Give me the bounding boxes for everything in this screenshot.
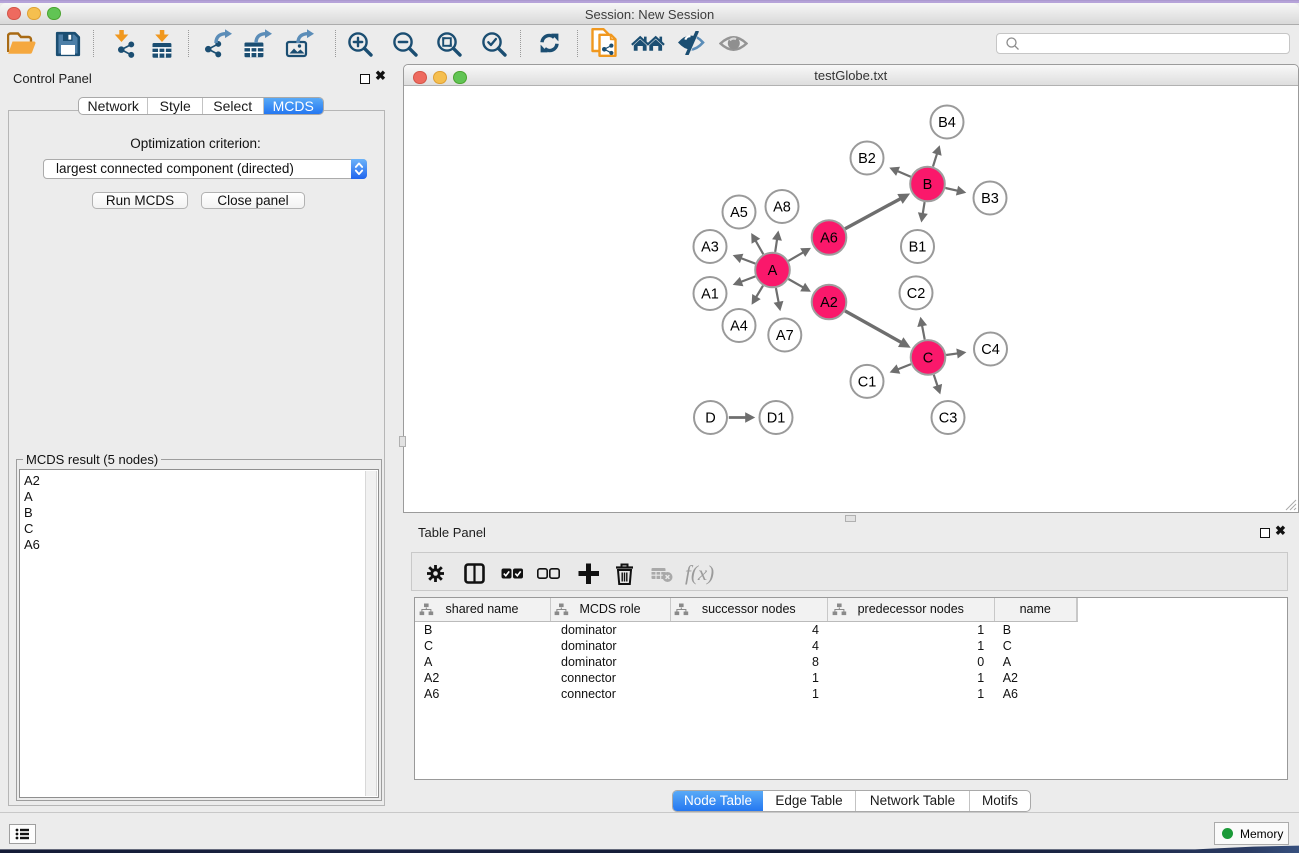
svg-text:C4: C4 xyxy=(981,342,1000,358)
svg-text:C1: C1 xyxy=(858,374,877,390)
svg-text:A: A xyxy=(768,263,778,279)
svg-text:B4: B4 xyxy=(938,115,956,131)
svg-text:A6: A6 xyxy=(820,231,838,247)
svg-text:B1: B1 xyxy=(909,240,927,256)
svg-text:C2: C2 xyxy=(907,286,926,302)
svg-text:D: D xyxy=(705,411,715,427)
svg-text:A4: A4 xyxy=(730,319,748,335)
svg-text:B: B xyxy=(923,177,933,193)
svg-text:B2: B2 xyxy=(858,151,876,167)
svg-text:A2: A2 xyxy=(820,295,838,311)
svg-text:A3: A3 xyxy=(701,240,719,256)
svg-text:C3: C3 xyxy=(939,411,958,427)
svg-text:A1: A1 xyxy=(701,287,719,303)
svg-text:A7: A7 xyxy=(776,328,794,344)
svg-text:B3: B3 xyxy=(981,191,999,207)
svg-text:C: C xyxy=(923,350,933,366)
svg-text:A5: A5 xyxy=(730,205,748,221)
svg-text:A8: A8 xyxy=(773,200,791,216)
svg-text:D1: D1 xyxy=(767,411,786,427)
